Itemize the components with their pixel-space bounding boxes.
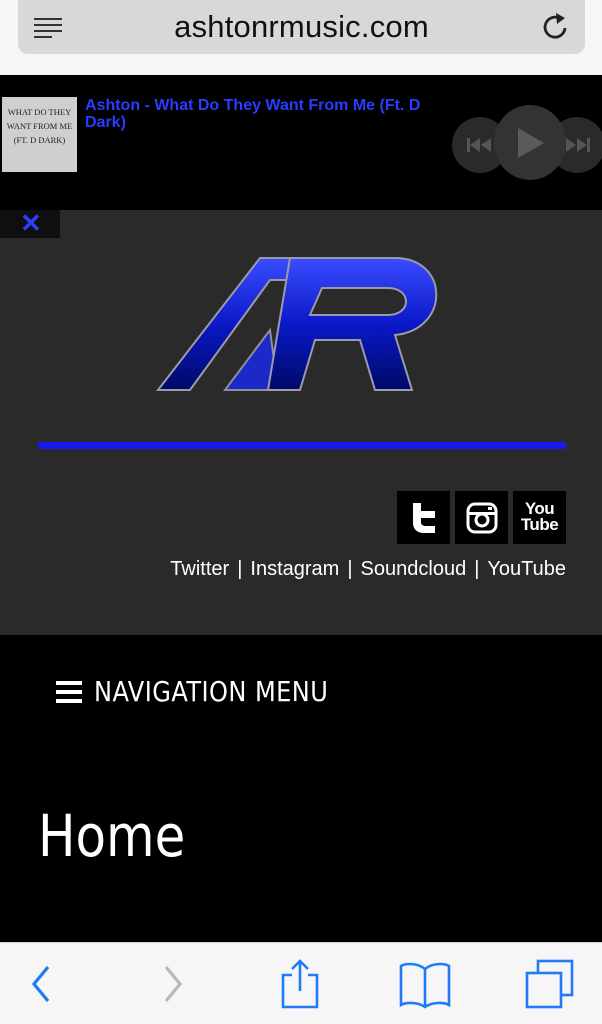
navigation-menu-toggle[interactable]: NAVIGATION MENU: [56, 675, 366, 708]
twitter-icon: [412, 502, 435, 533]
twitter-link[interactable]: [397, 491, 450, 544]
previous-icon: [467, 138, 491, 152]
reader-icon[interactable]: [34, 16, 64, 40]
music-player: What do they want from me (ft. D Dark) A…: [0, 75, 602, 210]
hamburger-icon: [56, 680, 82, 703]
reload-icon[interactable]: [541, 12, 571, 42]
instagram-icon: [466, 502, 497, 533]
close-player-button[interactable]: ✕: [0, 208, 60, 238]
youtube-icon: You Tube: [520, 499, 559, 534]
browser-chrome: ashtonrmusic.com: [0, 0, 602, 75]
album-art: What do they want from me (ft. D Dark): [2, 97, 77, 172]
play-icon: [518, 127, 544, 158]
social-icons: You Tube: [397, 491, 566, 544]
back-icon[interactable]: [28, 959, 54, 1009]
youtube-text-link[interactable]: YouTube: [487, 558, 566, 580]
soundcloud-text-link[interactable]: Soundcloud: [361, 558, 467, 580]
page: ashtonrmusic.com What do they want from …: [0, 0, 602, 1024]
navigation-menu-label: NAVIGATION MENU: [94, 675, 329, 708]
share-icon[interactable]: [280, 959, 320, 1009]
album-art-text: What do they want from me (ft. D Dark): [6, 107, 73, 145]
header-divider: [38, 442, 566, 449]
close-icon: ✕: [20, 208, 42, 238]
url-text[interactable]: ashtonrmusic.com: [88, 9, 515, 45]
play-button[interactable]: [494, 105, 566, 180]
browser-toolbar: [0, 942, 602, 1024]
site-logo[interactable]: [150, 250, 450, 398]
bookmarks-icon[interactable]: [398, 959, 452, 1009]
track-title[interactable]: Ashton - What Do They Want From Me (Ft. …: [85, 97, 435, 131]
tabs-icon[interactable]: [524, 959, 576, 1009]
page-title: Home: [38, 802, 186, 870]
instagram-link[interactable]: [455, 491, 508, 544]
forward-icon[interactable]: [160, 959, 186, 1009]
twitter-text-link[interactable]: Twitter: [170, 558, 229, 580]
site-header: ✕ You Tube Twitter | Instagram | Soundcl…: [0, 208, 602, 635]
next-icon: [566, 138, 590, 152]
social-links: Twitter | Instagram | Soundcloud | YouTube: [170, 558, 566, 580]
address-bar[interactable]: ashtonrmusic.com: [18, 0, 585, 54]
youtube-link[interactable]: You Tube: [513, 491, 566, 544]
instagram-text-link[interactable]: Instagram: [250, 558, 339, 580]
